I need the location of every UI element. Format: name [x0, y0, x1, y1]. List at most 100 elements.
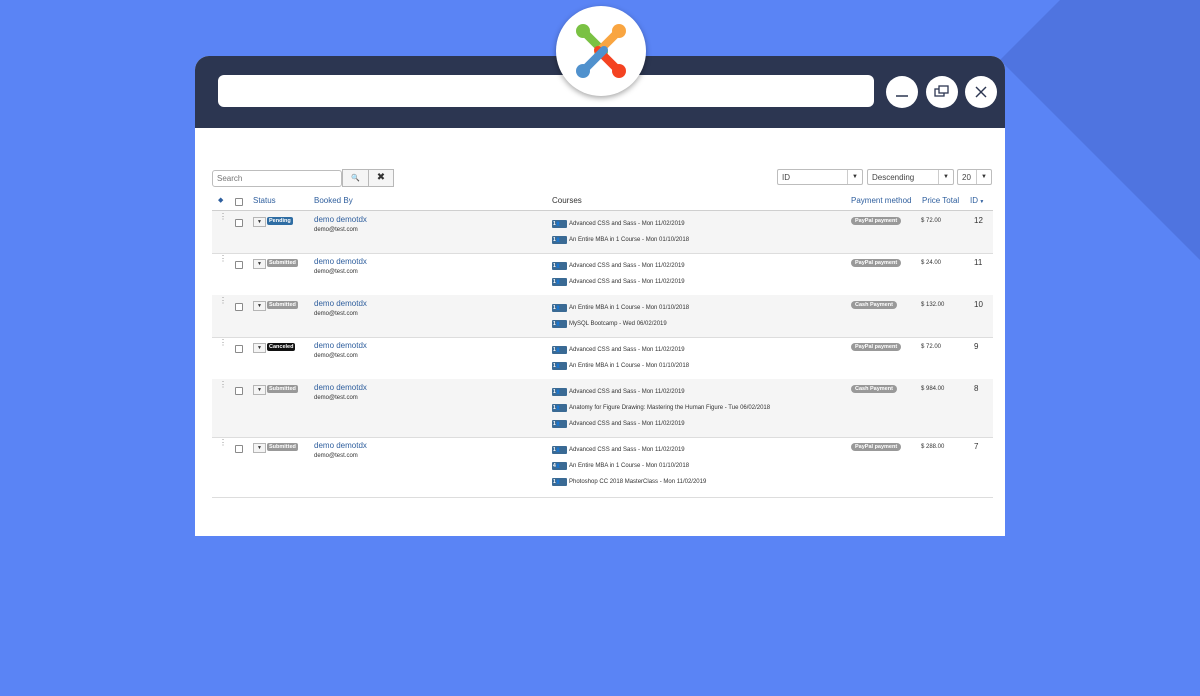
price-total: $ 72.00	[921, 344, 942, 350]
drag-handle-icon[interactable]: ⋮	[219, 255, 227, 263]
user-icon: 👤	[555, 420, 561, 426]
close-button[interactable]	[965, 76, 997, 108]
close-icon	[975, 86, 987, 98]
quantity-badge: 1👤	[552, 261, 567, 270]
status-dropdown-button[interactable]: ▼	[253, 301, 266, 311]
column-payment-method[interactable]: Payment method	[851, 196, 911, 205]
booker-email: demo@test.com	[314, 269, 358, 275]
quantity-badge: 1👤	[552, 235, 567, 244]
sort-field-select[interactable]: ID ▼	[777, 169, 863, 185]
table-row: ⋮ ▼ Submitted demo demotdx demo@test.com 1👤 An…	[212, 295, 993, 337]
restore-button[interactable]	[926, 76, 958, 108]
minimize-button[interactable]	[886, 76, 918, 108]
user-icon: 👤	[555, 404, 561, 410]
course-item: 1👤 An Entire MBA in 1 Course - Mon 01/10/…	[552, 357, 689, 375]
course-title: An Entire MBA in 1 Course - Mon 01/10/20…	[569, 462, 690, 469]
drag-handle-icon[interactable]: ⋮	[219, 213, 227, 221]
payment-method-badge: PayPal payment	[851, 259, 902, 267]
quantity-badge: 1👤	[552, 419, 567, 428]
row-checkbox[interactable]	[235, 445, 243, 453]
user-icon: 👤	[555, 220, 561, 226]
clear-icon: ✖	[376, 172, 386, 183]
quantity-badge: 1👤	[552, 345, 567, 354]
background-shadow	[1000, 0, 1200, 696]
column-id[interactable]: ID ▼	[970, 196, 984, 205]
price-total: $ 132.00	[921, 302, 945, 308]
status-dropdown-button[interactable]: ▼	[253, 217, 266, 227]
course-title: An Entire MBA in 1 Course - Mon 01/10/20…	[569, 304, 690, 311]
course-title: Advanced CSS and Sass - Mon 11/02/2019	[569, 220, 685, 227]
drag-handle-icon[interactable]: ⋮	[219, 439, 227, 447]
table-row: ⋮ ▼ Submitted demo demotdx demo@test.com 1👤 Ad…	[212, 253, 993, 295]
status-dropdown-button[interactable]: ▼	[253, 385, 266, 395]
row-id: 9	[974, 342, 979, 351]
status-dropdown-button[interactable]: ▼	[253, 443, 266, 453]
chevron-down-icon: ▼	[938, 170, 953, 184]
user-icon: 👤	[555, 320, 561, 326]
quantity-badge: 1👤	[552, 445, 567, 454]
user-icon: 👤	[555, 462, 561, 468]
drag-handle-icon[interactable]: ⋮	[219, 339, 227, 347]
quantity-badge: 1👤	[552, 277, 567, 286]
row-id: 10	[974, 300, 983, 309]
search-input[interactable]	[212, 170, 342, 187]
row-id: 12	[974, 216, 983, 225]
booker-name-link[interactable]: demo demotdx	[314, 257, 367, 266]
address-bar[interactable]	[218, 75, 874, 107]
select-all-checkbox[interactable]	[235, 198, 243, 206]
booker-name-link[interactable]: demo demotdx	[314, 341, 367, 350]
sort-direction-value: Descending	[872, 173, 915, 182]
user-icon: 👤	[555, 388, 561, 394]
row-checkbox[interactable]	[235, 261, 243, 269]
course-title: An Entire MBA in 1 Course - Mon 01/10/20…	[569, 362, 690, 369]
row-checkbox[interactable]	[235, 219, 243, 227]
course-title: Advanced CSS and Sass - Mon 11/02/2019	[569, 346, 685, 353]
price-total: $ 24.00	[921, 260, 942, 266]
status-badge: Submitted	[267, 443, 298, 451]
column-booked-by[interactable]: Booked By	[314, 196, 353, 205]
payment-method-badge: Cash Payment	[851, 385, 897, 393]
course-item: 1👤 An Entire MBA in 1 Course - Mon 01/10/…	[552, 231, 689, 249]
search-icon: 🔍	[351, 175, 360, 182]
course-title: Advanced CSS and Sass - Mon 11/02/2019	[569, 420, 685, 427]
column-id-label: ID	[970, 196, 978, 205]
course-title: An Entire MBA in 1 Course - Mon 01/10/20…	[569, 236, 690, 243]
payment-method-badge: PayPal payment	[851, 217, 902, 225]
status-dropdown-button[interactable]: ▼	[253, 343, 266, 353]
ordering-sort-icon[interactable]: ◆	[218, 196, 223, 204]
row-checkbox[interactable]	[235, 345, 243, 353]
payment-method-badge: PayPal payment	[851, 343, 902, 351]
booker-name-link[interactable]: demo demotdx	[314, 299, 367, 308]
booker-email: demo@test.com	[314, 353, 358, 359]
user-icon: 👤	[555, 362, 561, 368]
quantity-badge: 1👤	[552, 219, 567, 228]
row-checkbox[interactable]	[235, 303, 243, 311]
quantity-badge: 1👤	[552, 361, 567, 370]
clear-search-button[interactable]: ✖	[368, 169, 394, 187]
user-icon: 👤	[555, 262, 561, 268]
booker-name-link[interactable]: demo demotdx	[314, 215, 367, 224]
price-total: $ 984.00	[921, 386, 945, 392]
search-button[interactable]: 🔍	[342, 169, 369, 187]
status-dropdown-button[interactable]: ▼	[253, 259, 266, 269]
course-title: Advanced CSS and Sass - Mon 11/02/2019	[569, 388, 685, 395]
quantity-badge: 1👤	[552, 387, 567, 396]
drag-handle-icon[interactable]: ⋮	[219, 381, 227, 389]
joomla-logo	[556, 6, 646, 96]
restore-icon	[934, 85, 949, 97]
drag-handle-icon[interactable]: ⋮	[219, 297, 227, 305]
joomla-logo-icon	[576, 24, 626, 78]
course-title: Advanced CSS and Sass - Mon 11/02/2019	[569, 262, 685, 269]
table-row: ⋮ ▼ Submitted demo demotdx demo@test.com 1👤 Ad…	[212, 379, 993, 437]
booker-name-link[interactable]: demo demotdx	[314, 441, 367, 450]
column-status[interactable]: Status	[253, 196, 276, 205]
row-checkbox[interactable]	[235, 387, 243, 395]
column-courses: Courses	[552, 196, 582, 205]
quantity-badge: 4👤	[552, 461, 567, 470]
booker-email: demo@test.com	[314, 311, 358, 317]
booker-name-link[interactable]: demo demotdx	[314, 383, 367, 392]
sort-direction-select[interactable]: Descending ▼	[867, 169, 954, 185]
list-limit-select[interactable]: 20 ▼	[957, 169, 992, 185]
column-price-total[interactable]: Price Total	[922, 196, 959, 205]
row-id: 11	[974, 258, 983, 267]
